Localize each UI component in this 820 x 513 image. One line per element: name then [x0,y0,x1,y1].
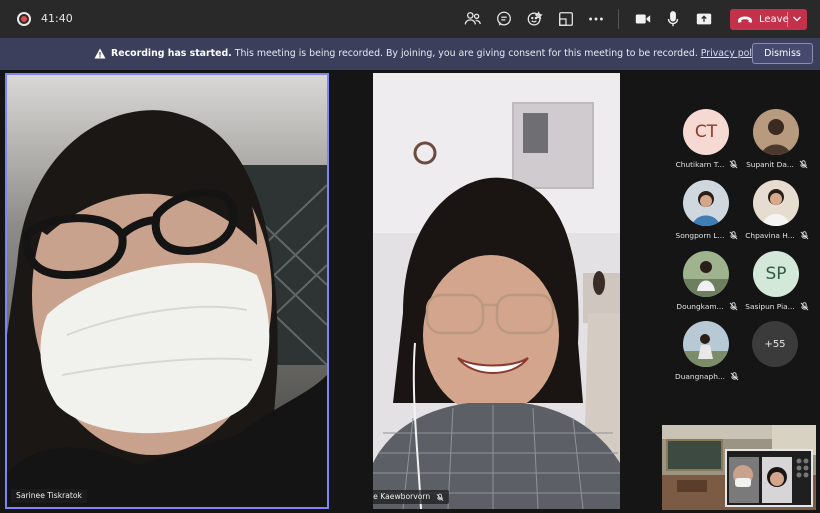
participant-name-row: Duangnaph... [672,372,742,381]
meeting-toolbar: 41:40 Leave [0,0,820,38]
avatar-initials: CT [694,122,718,142]
participant-name: Chpavina H... [745,231,795,240]
roster-participant[interactable]: Songporn L... [672,180,742,250]
avatar-photo [683,180,729,226]
microphone-icon[interactable] [663,9,683,29]
phone-hangup-icon [738,16,752,23]
roster-participant[interactable]: Chpavina H... [742,180,812,250]
leave-button[interactable]: Leave [730,9,807,30]
breakout-rooms-icon[interactable] [556,9,576,29]
mic-muted-icon [730,372,739,381]
avatar: SP [753,251,799,297]
chat-icon[interactable] [494,9,514,29]
banner-body: This meeting is being recorded. By joini… [234,48,698,59]
participants-icon[interactable] [463,9,483,29]
avatar-photo [683,251,729,297]
toolbar-separator [618,9,619,29]
participant-name: Sasipun Pia... [745,302,795,311]
warning-icon [94,48,106,59]
avatar-initials: SP [765,264,787,284]
more-options-icon[interactable] [586,9,606,29]
avatar [753,180,799,226]
self-view-thumbnail [725,449,813,507]
participant-name-row: Songporn L... [672,231,742,240]
self-view-preview[interactable] [662,425,816,510]
chevron-down-icon[interactable] [792,15,802,23]
video-tile-pimrapee[interactable]: Pimrapee Kaewborvorn [373,73,620,509]
roster-participant[interactable]: Doungkam... [672,251,742,321]
participant-name-row: Chutikarn T... [672,160,742,169]
mic-muted-icon [436,493,444,501]
participant-name-row: Doungkam... [672,302,742,311]
avatar-photo [683,321,729,367]
avatar [683,251,729,297]
participant-name: Supanit Da... [746,160,794,169]
participant-name: Doungkam... [676,302,724,311]
participant-name: Chutikarn T... [675,160,725,169]
mic-muted-icon [729,302,738,311]
participant-name-row: Sasipun Pia... [742,302,812,311]
participant-video [373,73,620,509]
roster-participant[interactable]: SP Sasipun Pia... [742,251,812,321]
avatar [753,109,799,155]
mic-muted-icon [800,231,809,240]
participant-name-row: Chpavina H... [742,231,812,240]
recording-indicator-icon [17,12,31,26]
share-screen-icon[interactable] [694,9,714,29]
participant-name: Sarinee Tiskratok [16,491,82,500]
mic-muted-icon [729,160,738,169]
roster-participant[interactable]: Duangnaph... [672,321,742,391]
roster-participant[interactable]: Supanit Da... [742,109,812,179]
participant-name-tag: Sarinee Tiskratok [11,489,87,503]
avatar: CT [683,109,729,155]
meeting-timer: 41:40 [41,12,73,25]
avatar [683,180,729,226]
dismiss-button[interactable]: Dismiss [752,43,813,64]
roster-participant[interactable]: CT Chutikarn T... [672,109,742,179]
more-participants-button[interactable]: +55 [752,321,798,367]
participant-name: Pimrapee Kaewborvorn [373,492,431,501]
participant-name: Songporn L... [675,231,725,240]
avatar [683,321,729,367]
banner-title: Recording has started. [111,48,232,59]
participant-name-tag: Pimrapee Kaewborvorn [373,490,450,504]
teams-meeting-window: 41:40 Leave Recording has started. This … [0,0,820,513]
camera-icon[interactable] [633,9,653,29]
leave-label: Leave [759,14,789,25]
participant-name-row: Supanit Da... [742,160,812,169]
self-view-screen [727,451,811,505]
avatar-photo [753,180,799,226]
mic-muted-icon [730,231,738,240]
recording-banner: Recording has started. This meeting is b… [0,38,820,70]
banner-message: Recording has started. This meeting is b… [111,48,765,59]
video-tile-sarinee[interactable]: Sarinee Tiskratok [5,73,329,509]
leave-divider [787,12,788,27]
avatar-photo [753,109,799,155]
mic-muted-icon [799,160,808,169]
reactions-icon[interactable] [525,9,545,29]
mic-muted-icon [800,302,809,311]
participant-video [7,75,327,507]
participant-name: Duangnaph... [675,372,725,381]
